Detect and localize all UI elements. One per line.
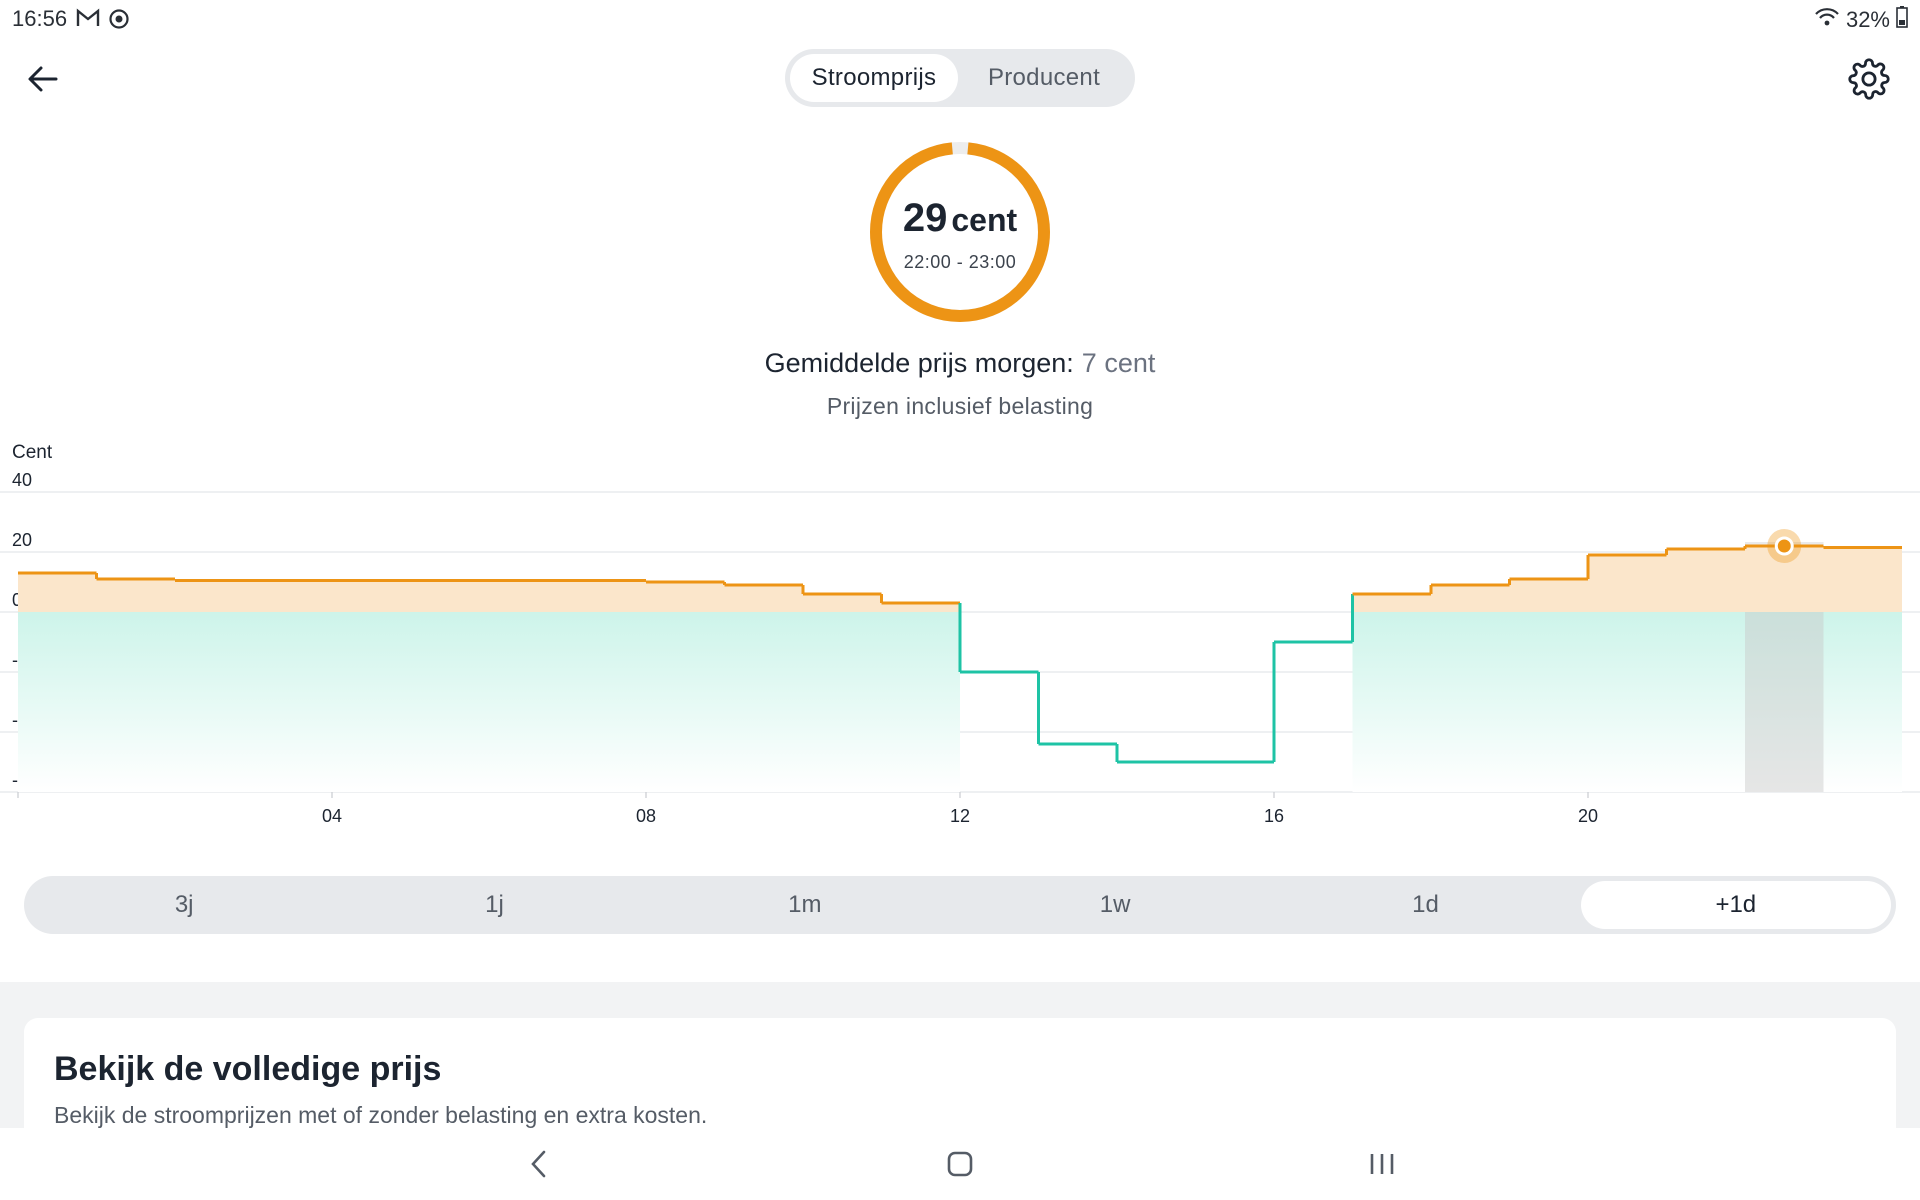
highlight-overlay	[1745, 612, 1824, 792]
positive-fill	[1823, 547, 1902, 612]
below-zero-fill	[1431, 612, 1510, 792]
below-zero-fill	[1588, 612, 1667, 792]
range-option-plus1d[interactable]: +1d	[1580, 881, 1891, 929]
positive-fill	[1352, 594, 1431, 612]
positive-fill	[1509, 579, 1588, 612]
current-price: 29 cent	[868, 196, 1052, 241]
nav-home-button[interactable]	[940, 1146, 980, 1182]
system-nav-bar	[0, 1128, 1920, 1200]
status-bar: 16:56 32%	[0, 0, 1920, 38]
below-zero-fill	[1666, 612, 1745, 792]
range-option-1j[interactable]: 1j	[339, 881, 649, 929]
price-type-toggle: Stroomprijs Producent	[785, 49, 1135, 107]
positive-fill	[1431, 585, 1510, 612]
average-price-line: Gemiddelde prijs morgen: 7 cent	[0, 348, 1920, 379]
below-zero-fill	[567, 612, 646, 792]
below-zero-fill	[803, 612, 882, 792]
positive-fill	[18, 573, 97, 612]
below-zero-fill	[1352, 612, 1431, 792]
range-selector: 3j 1j 1m 1w 1d +1d	[24, 876, 1896, 934]
below-zero-fill	[1823, 612, 1902, 792]
wifi-icon	[1814, 7, 1840, 33]
positive-fill	[332, 580, 411, 612]
battery-text: 32%	[1845, 7, 1890, 32]
x-tick-label: 12	[950, 806, 970, 826]
card-subtitle: Bekijk de stroomprijzen met of zonder be…	[54, 1102, 708, 1128]
positive-fill	[567, 580, 646, 612]
nav-recents-button[interactable]	[1362, 1146, 1402, 1182]
price-chart[interactable]: 40200-20-40-60Cent0408121620	[0, 436, 1920, 836]
tax-note: Prijzen inclusief belasting	[826, 393, 1094, 419]
back-arrow-icon	[28, 66, 58, 92]
positive-fill	[253, 580, 332, 612]
current-price-value: 29	[902, 196, 948, 240]
positive-fill	[1666, 549, 1745, 612]
positive-fill	[646, 582, 725, 612]
y-tick-label: 20	[12, 530, 32, 550]
average-price-value: 7 cent	[1081, 348, 1156, 378]
status-icons	[76, 8, 130, 36]
average-price-label: Gemiddelde prijs morgen:	[764, 348, 1074, 378]
card-title: Bekijk de volledige prijs	[54, 1050, 442, 1088]
x-tick-label: 16	[1264, 806, 1284, 826]
back-button[interactable]	[24, 60, 62, 98]
below-zero-fill	[18, 612, 97, 792]
range-option-1m[interactable]: 1m	[650, 881, 960, 929]
positive-fill	[724, 585, 803, 612]
range-option-1w[interactable]: 1w	[960, 881, 1270, 929]
x-tick-label: 04	[322, 806, 342, 826]
below-zero-fill	[253, 612, 332, 792]
positive-fill	[410, 580, 489, 612]
sync-icon	[108, 8, 130, 36]
current-price-unit: cent	[951, 202, 1018, 238]
gmail-icon	[76, 8, 100, 36]
status-time: 16:56	[12, 6, 68, 31]
range-option-3j[interactable]: 3j	[29, 881, 339, 929]
positive-fill	[175, 580, 254, 612]
gear-icon	[1848, 58, 1890, 100]
tab-producent[interactable]: Producent	[958, 54, 1130, 102]
price-chart-svg[interactable]: 40200-20-40-60Cent0408121620	[0, 436, 1920, 836]
x-tick-label: 08	[636, 806, 656, 826]
below-zero-fill	[881, 612, 960, 792]
positive-fill	[1588, 555, 1667, 612]
below-zero-fill	[332, 612, 411, 792]
below-zero-fill	[489, 612, 568, 792]
gauge-center: 29 cent 22:00 - 23:00	[868, 140, 1052, 324]
settings-button[interactable]	[1848, 58, 1890, 100]
below-zero-fill	[410, 612, 489, 792]
positive-fill	[803, 594, 882, 612]
below-zero-fill	[1509, 612, 1588, 792]
nav-recents-icon	[1370, 1154, 1394, 1174]
x-tick-label: 20	[1578, 806, 1598, 826]
y-axis-title: Cent	[12, 442, 53, 463]
below-zero-fill	[96, 612, 175, 792]
below-zero-fill	[724, 612, 803, 792]
tab-stroomprijs[interactable]: Stroomprijs	[790, 54, 958, 102]
below-zero-fill	[646, 612, 725, 792]
y-tick-label: 40	[12, 470, 32, 490]
positive-fill	[96, 579, 175, 612]
nav-home-icon	[947, 1151, 973, 1177]
positive-fill	[489, 580, 568, 612]
app-bar: Stroomprijs Producent	[0, 38, 1920, 118]
below-zero-fill	[175, 612, 254, 792]
nav-back-button[interactable]	[520, 1146, 560, 1182]
current-time-range: 22:00 - 23:00	[903, 252, 1017, 272]
highlight-marker	[1774, 536, 1794, 556]
nav-back-icon	[531, 1150, 546, 1178]
range-option-1d[interactable]: 1d	[1270, 881, 1580, 929]
battery-icon	[1896, 6, 1908, 34]
